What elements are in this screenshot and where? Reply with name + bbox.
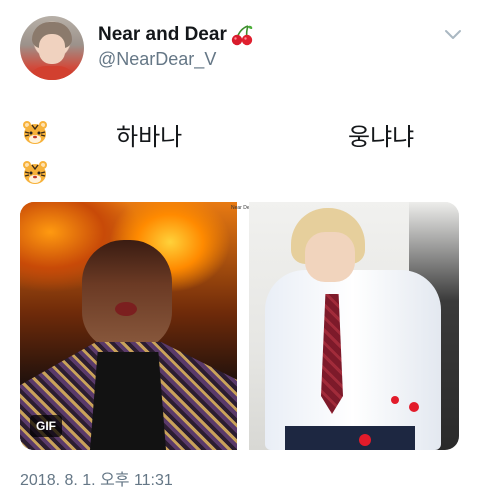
- tiger-face-icon: [23, 121, 47, 144]
- avatar-shirt: [26, 66, 78, 80]
- profile-avatar[interactable]: [20, 16, 84, 80]
- red-sparkle: [359, 434, 371, 446]
- display-name[interactable]: Near and Dear: [98, 24, 227, 46]
- performer-head: [82, 240, 172, 350]
- tweet-timestamp[interactable]: 2018. 8. 1. 오후 11:31: [20, 466, 173, 490]
- performer-mouth: [115, 302, 137, 316]
- line-label-1: 하바나: [116, 124, 183, 151]
- media-divider: [237, 202, 249, 450]
- navy-pants: [285, 426, 415, 450]
- gif-badge: GIF: [30, 415, 62, 437]
- media-attachment[interactable]: GIF Near Dear: [20, 202, 459, 450]
- user-handle[interactable]: @NearDear_V: [98, 49, 216, 70]
- chevron-down-icon[interactable]: [444, 28, 462, 40]
- line-label-2: 웅냐냐: [348, 124, 415, 151]
- cherry-emoji-icon: [231, 25, 253, 46]
- tiger-face-icon: [23, 161, 47, 184]
- red-sparkle: [391, 396, 399, 404]
- gif-media-left[interactable]: GIF: [20, 202, 237, 450]
- smiling-face: [305, 232, 355, 282]
- black-shirt: [90, 352, 166, 450]
- gif-media-right[interactable]: [249, 202, 459, 450]
- red-sparkle: [409, 402, 419, 412]
- white-shirt: [265, 270, 441, 450]
- avatar-face: [39, 34, 65, 64]
